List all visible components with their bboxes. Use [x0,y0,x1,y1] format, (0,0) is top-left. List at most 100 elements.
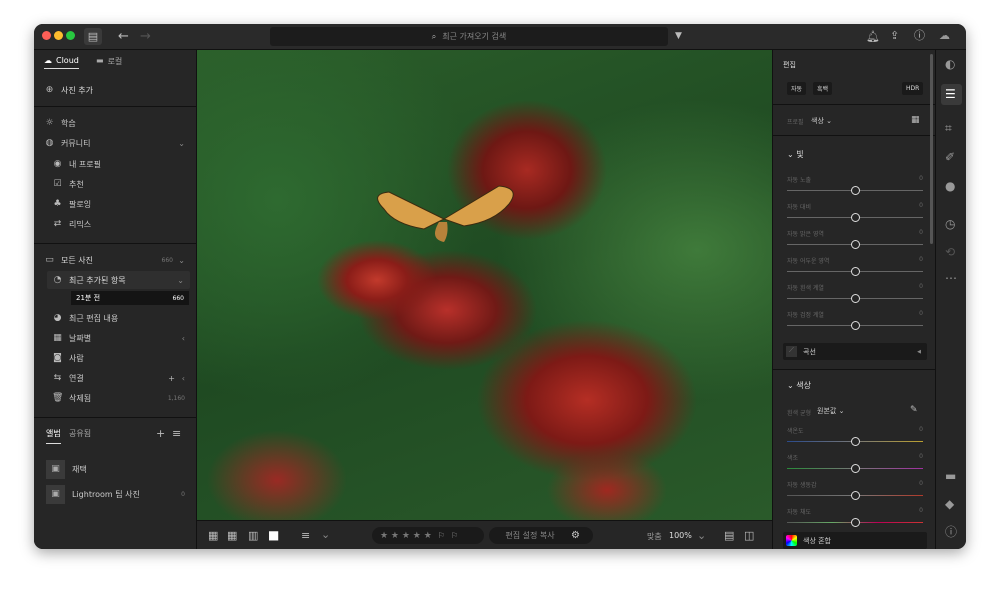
presets-icon[interactable]: ◐ [945,58,955,70]
sidebar-item-recent-added[interactable]: ◔ 최근 추가된 항목 ⌄ [47,271,190,289]
zoom-level[interactable]: 100% [669,531,692,540]
slider-knob[interactable] [850,267,860,276]
sidebar-item-by-date[interactable]: ▦ 날짜별 ‹ [34,329,197,347]
sidebar-item-all-photos[interactable]: ▭ 모든 사진 660 ⌄ [34,251,197,269]
recent-import-21min[interactable]: 21분 전 660 [71,291,189,305]
slider-knob[interactable] [850,321,860,330]
slider-knob[interactable] [850,464,860,473]
filmstrip-icon[interactable]: ▤ [724,530,734,541]
before-after-icon[interactable]: ◫ [744,530,754,541]
chevron-down-icon[interactable]: ⌄ [697,530,706,541]
slider-value[interactable]: 0 [919,453,923,460]
tab-cloud[interactable]: ☁ Cloud [44,56,79,69]
color-section-header[interactable]: ⌄ 색상 [787,380,811,391]
slider-knob[interactable] [850,491,860,500]
info-icon[interactable]: ⓘ [945,526,957,538]
bell-icon[interactable]: 🔔︎ [866,31,880,42]
sidebar-item-featured[interactable]: ☑ 추천 [34,175,197,193]
slider[interactable]: 자동 밝은 영역 0 [787,229,923,251]
grid-square-view-icon[interactable]: ▦ [208,530,218,541]
flag-pick-icon[interactable]: ⚐ [438,531,445,540]
cloud-sync-icon[interactable]: ☁ [939,30,950,41]
sidebar-item-connections[interactable]: ⇆ 연결 + ‹ [34,369,197,387]
curve-section[interactable]: ⟋ 곡선 ◀ [783,343,927,360]
edit-sliders-icon[interactable]: ☰ [941,84,962,105]
slider[interactable]: 자동 어두운 영역 0 [787,256,923,278]
tag-icon[interactable]: ◆ [945,498,954,510]
slider-knob[interactable] [850,186,860,195]
slider-value[interactable]: 0 [919,310,923,317]
color-mix-section[interactable]: 색상 혼합 [783,532,927,549]
hdr-button[interactable]: HDR [902,82,924,95]
eyedropper-icon[interactable]: ✎ [910,406,918,415]
slider[interactable]: 색온도 0 [787,426,923,448]
minimize-window-button[interactable] [54,31,63,40]
slider-value[interactable]: 0 [919,256,923,263]
add-photos-button[interactable]: ⊕ 사진 추가 [34,81,197,99]
sidebar-item-remix[interactable]: ⇄ 리믹스 [34,215,197,233]
close-window-button[interactable] [42,31,51,40]
tab-local[interactable]: ▬ 로컬 [96,56,122,67]
forward-arrow-icon[interactable]: → [140,30,151,43]
copy-settings-button[interactable]: 편집 설정 복사 [489,530,571,541]
sidebar-item-recent-edits[interactable]: ◕ 최근 편집 내용 [34,309,197,327]
slider-value[interactable]: 0 [919,507,923,514]
slider[interactable]: 자동 검정 계열 0 [787,310,923,332]
slider-knob[interactable] [850,437,860,446]
versions-icon[interactable]: ⟲ [945,246,955,258]
flag-reject-icon[interactable]: ⚐ [451,531,458,540]
white-balance-dropdown[interactable]: 원본값 ⌄ [817,406,844,416]
healing-eraser-icon[interactable]: ✐ [945,151,955,163]
help-icon[interactable]: ⓘ [914,30,925,41]
bw-button[interactable]: 흑백 [813,82,833,95]
slider[interactable]: 색조 0 [787,453,923,475]
photo-canvas[interactable] [197,50,772,520]
tab-shared[interactable]: 공유됨 [69,428,91,439]
slider-value[interactable]: 0 [919,202,923,209]
gear-icon[interactable]: ⚙ [571,530,580,541]
grid-view-icon[interactable]: ▦ [227,530,237,541]
sidebar-item-following[interactable]: ♣ 팔로잉 [34,195,197,213]
slider-value[interactable]: 0 [919,229,923,236]
more-icon[interactable]: ⋯ [945,272,957,284]
maximize-window-button[interactable] [66,31,75,40]
slider[interactable]: 자동 흰색 계열 0 [787,283,923,305]
crop-icon[interactable]: ⌗ [945,122,952,134]
masking-icon[interactable]: ● [945,180,955,192]
slider-value[interactable]: 0 [919,426,923,433]
auto-button[interactable]: 자동 [787,82,807,95]
sidebar-item-learn[interactable]: ☼ 학습 [34,114,197,132]
back-arrow-icon[interactable]: ← [118,30,129,43]
sidebar-item-people[interactable]: ◙ 사람 [34,349,197,367]
panel-scrollbar[interactable] [930,54,933,244]
chevron-down-icon[interactable]: ⌄ [321,529,330,540]
slider-value[interactable]: 0 [919,480,923,487]
share-icon[interactable]: ⇪ [890,30,899,41]
compare-view-icon[interactable]: ▥ [248,530,258,541]
slider-knob[interactable] [850,213,860,222]
filter-icon[interactable]: ▼ [675,32,682,41]
slider[interactable]: 자동 채도 0 [787,507,923,529]
album-item[interactable]: ▣ 재택 [34,459,197,479]
album-item[interactable]: ▣ Lightroom 팁 사진 0 [34,484,197,504]
sort-icon[interactable]: ≡ [172,428,181,439]
sidebar-item-deleted[interactable]: 🗑︎ 삭제됨 1,160 [34,389,197,407]
slider-knob[interactable] [850,240,860,249]
light-section-header[interactable]: ⌄ 빛 [787,149,804,160]
sort-icon[interactable]: ≡ [301,530,310,541]
slider-value[interactable]: 0 [919,283,923,290]
slider-knob[interactable] [850,518,860,527]
history-icon[interactable]: ◷ [945,218,955,230]
single-view-icon[interactable]: ■ [268,529,279,541]
sidebar-item-community[interactable]: ◍ 커뮤니티 ⌄ [34,134,197,152]
add-album-icon[interactable]: + [156,428,165,439]
slider[interactable]: 자동 대비 0 [787,202,923,224]
comment-icon[interactable]: ▬ [945,470,956,482]
sidebar-item-profile[interactable]: ◉ 내 프로필 [34,155,197,173]
slider[interactable]: 자동 노출 0 [787,175,923,197]
slider[interactable]: 자동 생동감 0 [787,480,923,502]
tab-albums[interactable]: 앨범 [46,428,61,444]
profile-dropdown[interactable]: 색상 ⌄ [811,116,832,126]
star-rating[interactable]: ★ ★ ★ ★ ★ [380,531,432,541]
slider-knob[interactable] [850,294,860,303]
